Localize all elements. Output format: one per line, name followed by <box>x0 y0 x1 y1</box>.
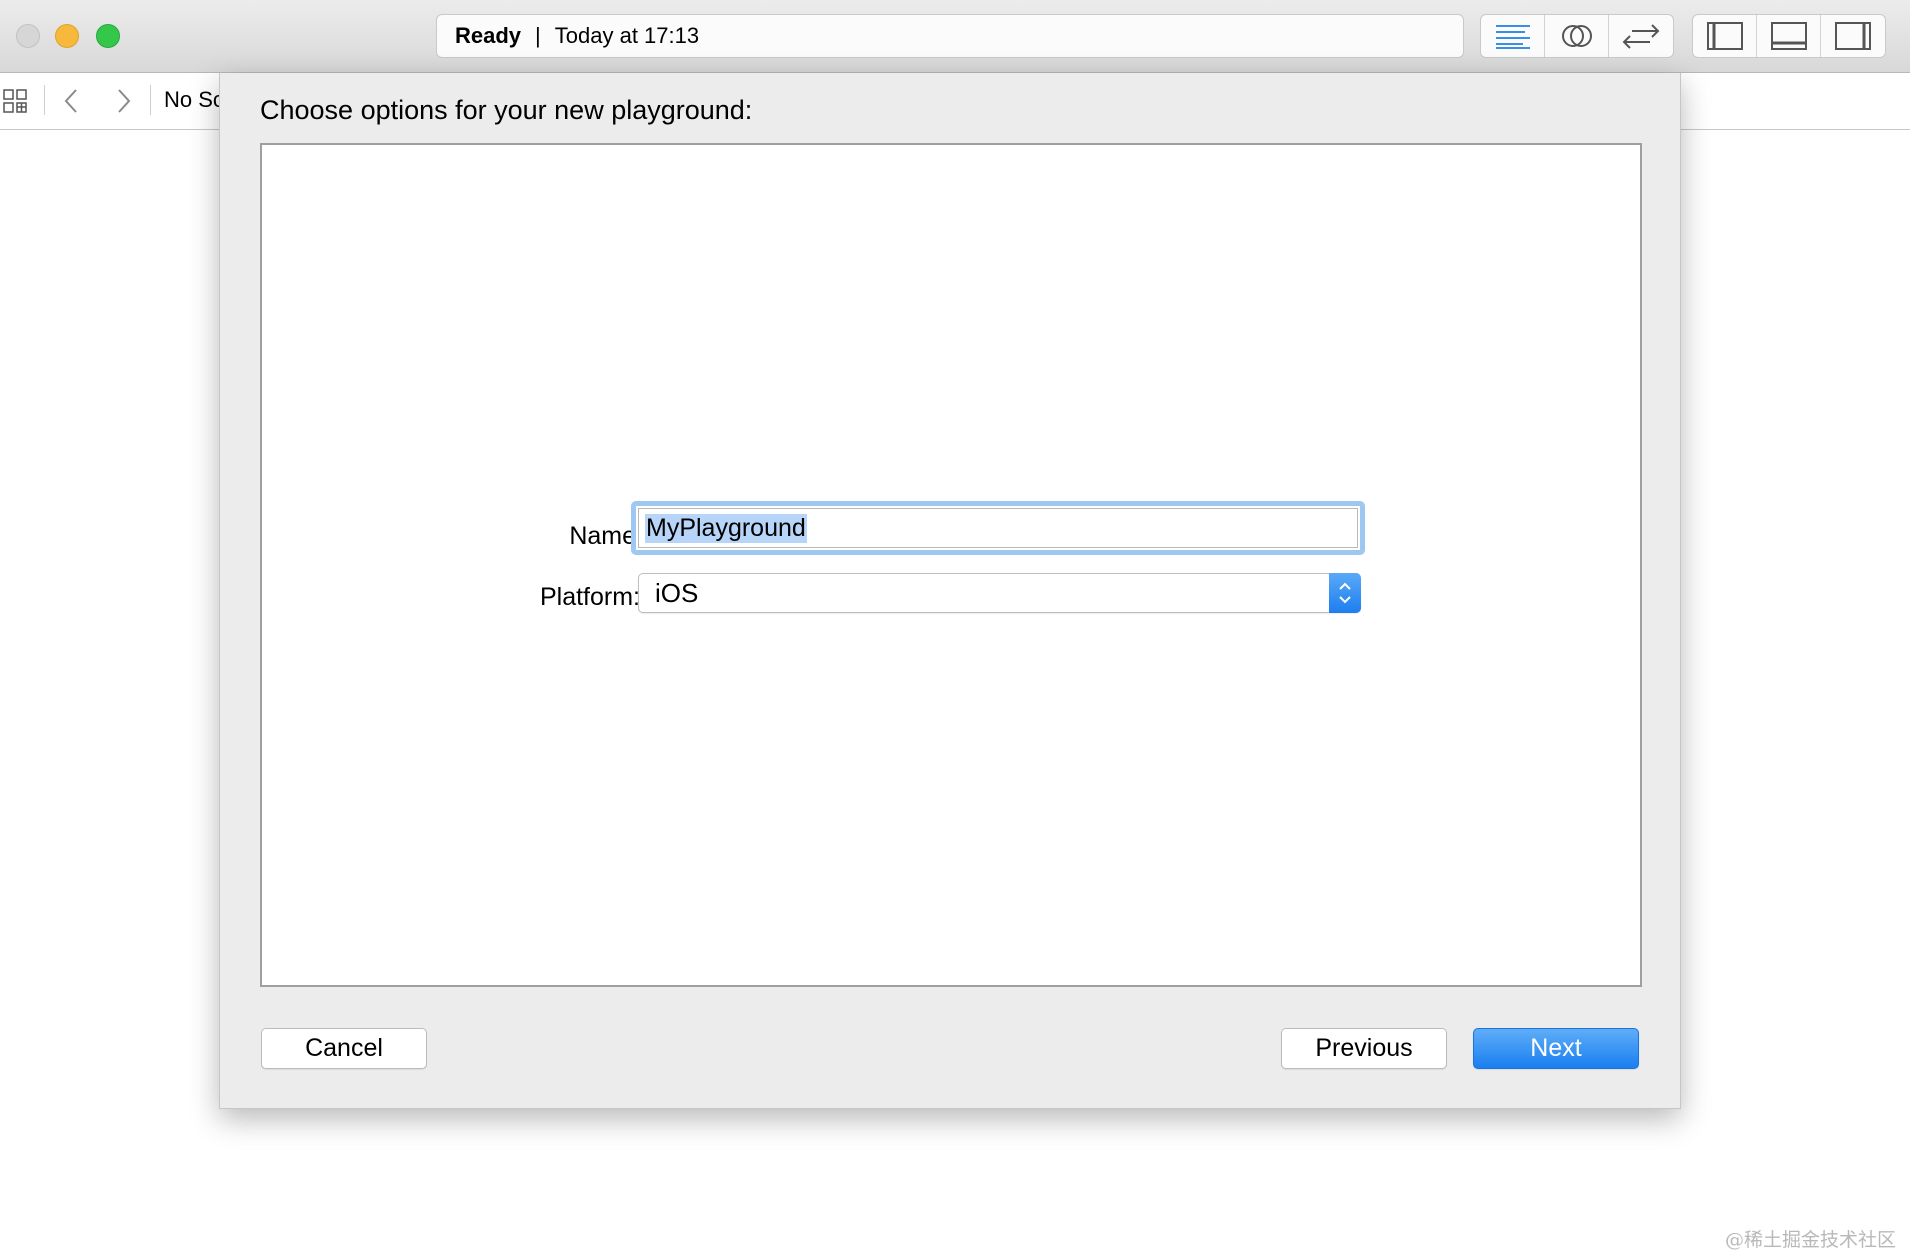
debug-area-toggle-button[interactable] <box>1757 15 1821 57</box>
editor-mode-control <box>1480 14 1674 58</box>
new-playground-sheet: Choose options for your new playground: … <box>219 73 1681 1109</box>
standard-editor-button[interactable] <box>1481 15 1545 57</box>
jump-bar-path[interactable]: No Sc <box>164 87 224 113</box>
platform-select[interactable]: iOS <box>638 573 1361 613</box>
close-window-button[interactable] <box>16 24 40 48</box>
name-field-inner[interactable]: MyPlayground <box>638 508 1358 548</box>
platform-label: Platform: <box>539 583 640 611</box>
next-button[interactable]: Next <box>1473 1028 1639 1069</box>
zoom-window-button[interactable] <box>96 24 120 48</box>
version-editor-button[interactable] <box>1609 15 1673 57</box>
watermark: @稀土掘金技术社区 <box>1724 1229 1896 1251</box>
related-items-icon[interactable] <box>2 87 30 115</box>
previous-button[interactable]: Previous <box>1281 1028 1447 1069</box>
navigator-panel-icon <box>1706 22 1743 50</box>
view-toggle-control <box>1692 14 1886 58</box>
assistant-editor-icon <box>1561 25 1592 47</box>
name-field-value: MyPlayground <box>645 513 807 543</box>
build-status: Ready <box>455 23 522 48</box>
options-panel: Name MyPlayground Platform: iOS <box>260 143 1642 987</box>
platform-select-value: iOS <box>655 577 699 608</box>
cancel-button[interactable]: Cancel <box>261 1028 427 1069</box>
version-editor-icon <box>1622 24 1660 49</box>
minimize-window-button[interactable] <box>55 24 79 48</box>
activity-viewer: Ready | Today at 17:13 <box>436 14 1464 58</box>
assistant-editor-button[interactable] <box>1545 15 1609 57</box>
up-down-chevron-icon <box>1339 582 1351 604</box>
name-field[interactable]: MyPlayground <box>631 501 1365 555</box>
navigator-toggle-button[interactable] <box>1693 15 1757 57</box>
title-bar: Ready | Today at 17:13 <box>0 0 1910 73</box>
debug-area-icon <box>1770 22 1807 50</box>
jump-bar-divider <box>150 85 151 115</box>
platform-select-stepper[interactable] <box>1329 573 1361 613</box>
forward-arrow-icon[interactable] <box>114 87 134 115</box>
xcode-window: Ready | Today at 17:13 No Sc Choose opti… <box>0 0 1910 1260</box>
back-arrow-icon[interactable] <box>62 87 82 115</box>
status-timestamp: Today at 17:13 <box>554 23 700 48</box>
sheet-title: Choose options for your new playground: <box>260 95 753 125</box>
name-label: Name <box>569 522 636 550</box>
status-separator: | <box>535 23 541 48</box>
utilities-panel-icon <box>1835 22 1871 50</box>
utilities-toggle-button[interactable] <box>1821 15 1885 57</box>
standard-editor-icon <box>1495 25 1530 49</box>
jump-bar-divider <box>44 85 45 115</box>
